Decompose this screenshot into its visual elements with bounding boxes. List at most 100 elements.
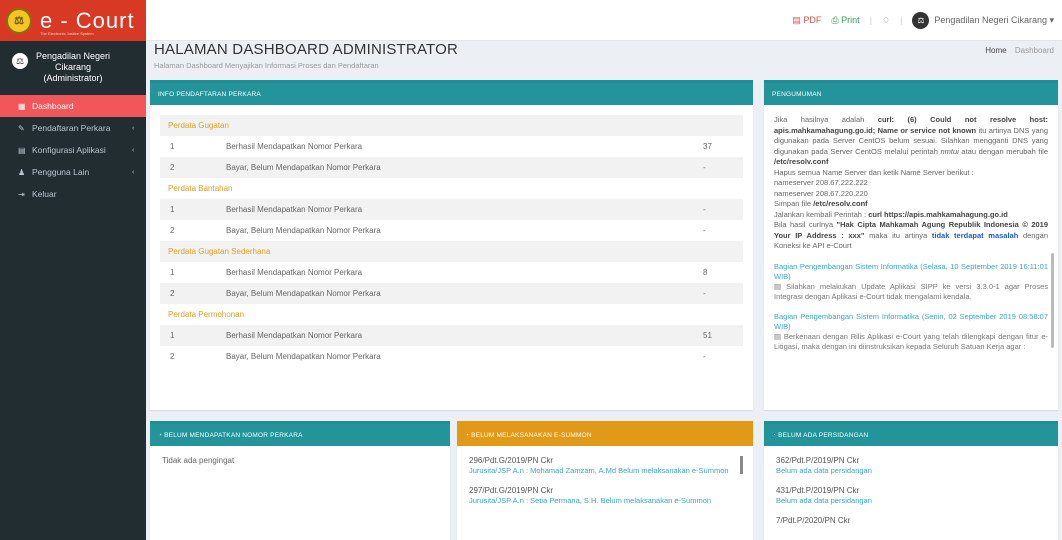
toolbar-divider: | (900, 15, 903, 25)
table-row: 1 Berhasil Mendapatkan Nomor Perkara 37 (160, 136, 743, 157)
row-value: - (703, 163, 706, 172)
print-label: Print (841, 15, 860, 25)
user-panel: ⚖ Pengadilan Negeri Cikarang (Administra… (0, 41, 146, 95)
settings-icon: ▤ (18, 145, 26, 155)
section-title: Perdata Gugatan (160, 115, 743, 136)
row-value: - (703, 289, 706, 298)
box-header: INFO PENDAFTARAN PERKARA (150, 83, 753, 105)
sidebar-item-label: Dashboard (32, 101, 74, 111)
table-row: 2 Bayar, Belum Mendapatkan Nomor Perkara… (160, 157, 743, 178)
case-description: Belum ada data persidangan (776, 466, 872, 475)
sidebar-item-label: Konfigurasi Aplikasi (32, 145, 106, 155)
logo-text: e - Court (40, 7, 135, 33)
case-number: 431/Pdt.P/2019/PN Ckr (776, 486, 860, 495)
announcement-line: Hapus semua Name Server dan ketik Name S… (774, 167, 974, 177)
sidebar-item-label: Keluar (32, 189, 57, 199)
belum-persidangan-box: ◔ BELUM ADA PERSIDANGAN 362/Pdt.P/2019/P… (764, 421, 1058, 540)
row-label: Berhasil Mendapatkan Nomor Perkara (226, 205, 363, 214)
logout-icon: ⇥ (18, 189, 25, 199)
pdf-label: PDF (803, 15, 822, 25)
row-value: 8 (703, 268, 708, 277)
case-number: 296/Pdt.G/2019/PN Ckr (469, 456, 554, 465)
table-row: 2 Bayar, Belum Mendapatkan Nomor Perkara… (160, 220, 743, 241)
summon-list: 296/Pdt.G/2019/PN Ckr Jurusita/JSP A.n :… (457, 446, 753, 526)
news-title[interactable]: Bagian Pengembangan Sistem Informatika (… (774, 312, 1048, 332)
belum-esummon-box: ◔ BELUM MELAKSANAKAN e-SUMMON 296/Pdt.G/… (457, 421, 753, 540)
bell-icon: ♢ (881, 14, 891, 25)
row-label: Bayar, Belum Mendapatkan Nomor Perkara (226, 226, 381, 235)
breadcrumb: Home Dashboard (985, 46, 1054, 55)
list-item[interactable]: 296/Pdt.G/2019/PN Ckr Jurusita/JSP A.n :… (469, 456, 741, 476)
sidebar-item-konfigurasi-aplikasi[interactable]: ▤ Konfigurasi Aplikasi ‹ (0, 139, 146, 161)
notification-button[interactable]: ♢ (882, 15, 890, 26)
sidebar: ⚖ Pengadilan Negeri Cikarang (Administra… (0, 41, 146, 540)
sidebar-item-label: Pengguna Lain (32, 167, 90, 177)
table-row: 1 Berhasil Mendapatkan Nomor Perkara 8 (160, 262, 743, 283)
user-menu[interactable]: ⚖ Pengadilan Negeri Cikarang ▾ (912, 11, 1054, 29)
list-item[interactable]: 297/Pdt.G/2019/PN Ckr Jurusita/JSP A.n :… (469, 486, 741, 506)
dashboard-icon: ▦ (18, 101, 26, 111)
sidebar-item-pendaftaran-perkara[interactable]: ✎ Pendaftaran Perkara ‹ (0, 117, 146, 139)
row-label: Bayar, Belum Mendapatkan Nomor Perkara (226, 289, 381, 298)
breadcrumb-home[interactable]: Home (985, 46, 1006, 55)
pdf-icon: ▤ (792, 14, 801, 25)
avatar: ⚖ (912, 11, 930, 29)
table-row: 1 Berhasil Mendapatkan Nomor Perkara - (160, 199, 743, 220)
registration-table: Perdata Gugatan 1 Berhasil Mendapatkan N… (160, 115, 743, 367)
row-number: 2 (170, 352, 175, 361)
list-item[interactable]: 431/Pdt.P/2019/PN Ckr Belum ada data per… (776, 486, 1046, 506)
print-icon: ⎙ (831, 14, 839, 25)
persidangan-list: 362/Pdt.P/2019/PN Ckr Belum ada data per… (764, 446, 1058, 535)
news-body: ▤ Silahkan melakukan Update Aplikasi SIP… (774, 281, 1048, 301)
scrollbar[interactable] (740, 456, 743, 474)
print-button[interactable]: ⎙ Print (831, 15, 859, 26)
row-number: 2 (170, 163, 175, 172)
row-number: 1 (170, 205, 175, 214)
announcement-body[interactable]: Jika hasilnya adalah curl: (6) Could not… (764, 105, 1058, 352)
sidebar-item-dashboard[interactable]: ▦ Dashboard (0, 95, 146, 117)
announcement-paragraph: Jika hasilnya adalah curl: (6) Could not… (774, 115, 1049, 166)
announcement-line: nameserver 208.67.220.220 (774, 188, 868, 198)
user-name-line1: Pengadilan Negeri (36, 51, 111, 61)
news-title[interactable]: Bagian Pengembangan Sistem Informatika (… (774, 262, 1048, 282)
table-row: 2 Bayar, Belum Mendapatkan Nomor Perkara… (160, 346, 743, 367)
case-description: Jurusita/JSP A.n : Setia Permana, S.H. B… (469, 496, 712, 505)
table-row: 2 Bayar, Belum Mendapatkan Nomor Perkara… (160, 283, 743, 304)
case-number: 7/Pdt.P/2020/PN Ckr (776, 516, 851, 525)
sidebar-item-keluar[interactable]: ⇥ Keluar (0, 183, 146, 205)
belum-nomor-box: ◔ BELUM MENDAPATKAN NOMOR PERKARA Tidak … (150, 421, 450, 540)
sidebar-item-label: Pendaftaran Perkara (32, 123, 111, 133)
pdf-button[interactable]: ▤ PDF (792, 15, 821, 26)
box-header: PENGUMUMAN (764, 83, 1058, 105)
row-number: 2 (170, 289, 175, 298)
edit-icon: ✎ (18, 123, 25, 133)
user-emblem-icon: ⚖ (12, 53, 28, 69)
user-menu-label: Pengadilan Negeri Cikarang ▾ (934, 14, 1054, 25)
row-label: Berhasil Mendapatkan Nomor Perkara (226, 331, 363, 340)
row-number: 2 (170, 226, 175, 235)
sidebar-item-pengguna-lain[interactable]: ♟ Pengguna Lain ‹ (0, 161, 146, 183)
info-pendaftaran-box: INFO PENDAFTARAN PERKARA Perdata Gugatan… (150, 80, 753, 410)
empty-message: Tidak ada pengingat (162, 456, 235, 465)
breadcrumb-current: Dashboard (1014, 46, 1054, 55)
list-item[interactable]: 362/Pdt.P/2019/PN Ckr Belum ada data per… (776, 456, 1046, 476)
scrollbar[interactable] (1051, 253, 1054, 348)
user-name-line2: Cikarang (55, 62, 92, 72)
section-title: Perdata Permohonan (168, 310, 245, 319)
app-logo[interactable]: ⚖ e - Court The Electronic Justice Syste… (0, 0, 146, 41)
row-value: - (703, 226, 706, 235)
list-item[interactable]: 7/Pdt.P/2020/PN Ckr (776, 516, 1046, 525)
user-role: (Administrator) (43, 73, 103, 83)
page-subtitle: Halaman Dashboard Menyajikan Informasi P… (154, 61, 379, 70)
section-title: Perdata Bantahan (168, 184, 233, 193)
announcement-line: Jalankan kembali Perintah : curl https:/… (774, 209, 1008, 219)
top-navbar: ▤ PDF ⎙ Print | ♢ | ⚖ Pengadilan Negeri … (146, 0, 1062, 41)
case-number: 297/Pdt.G/2019/PN Ckr (469, 486, 554, 495)
box-header: ◔ BELUM ADA PERSIDANGAN (764, 424, 1058, 446)
row-label: Berhasil Mendapatkan Nomor Perkara (226, 268, 363, 277)
pengumuman-box: PENGUMUMAN Jika hasilnya adalah curl: (6… (764, 80, 1058, 410)
row-label: Bayar, Belum Mendapatkan Nomor Perkara (226, 352, 381, 361)
row-label: Berhasil Mendapatkan Nomor Perkara (226, 142, 363, 151)
row-value: - (703, 352, 706, 361)
row-value: 37 (703, 142, 712, 151)
